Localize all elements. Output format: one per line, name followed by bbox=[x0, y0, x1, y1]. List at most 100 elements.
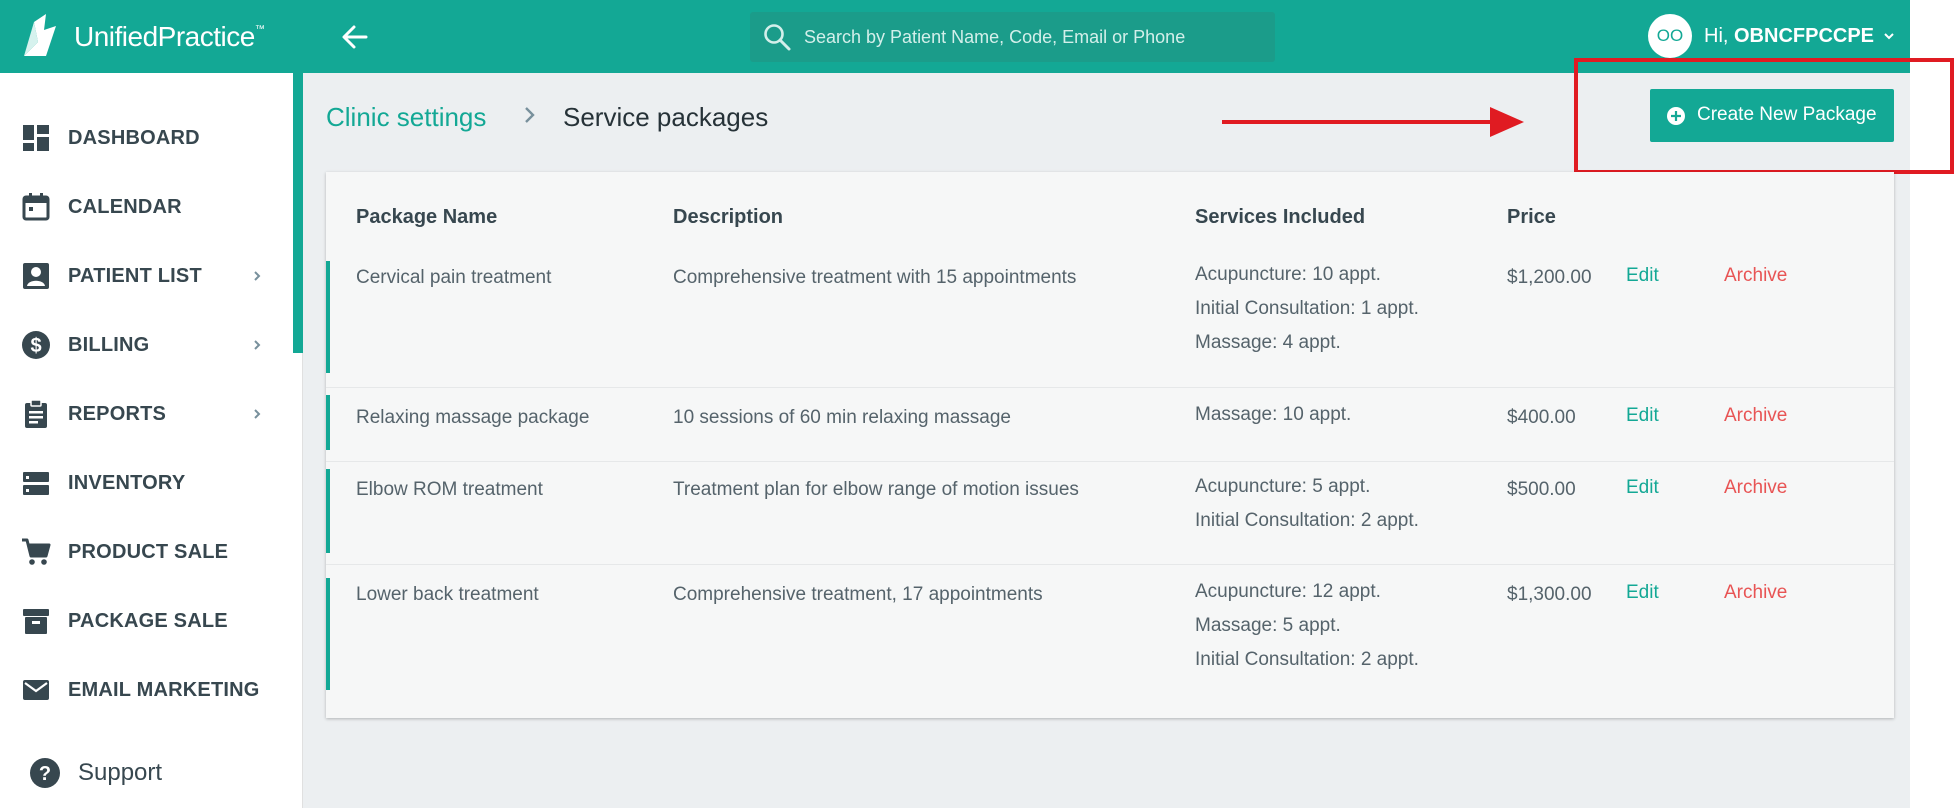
search-placeholder: Search by Patient Name, Code, Email or P… bbox=[804, 27, 1186, 47]
package-description: 10 sessions of 60 min relaxing massage bbox=[673, 407, 1011, 428]
row-divider bbox=[326, 461, 1894, 462]
patient-list-icon bbox=[23, 263, 49, 289]
edit-link[interactable]: Edit bbox=[1626, 265, 1659, 287]
greeting-text: Hi, bbox=[1704, 24, 1734, 47]
service-item: Initial Consultation: 1 appt. bbox=[1195, 298, 1419, 319]
edit-link[interactable]: Edit bbox=[1626, 477, 1659, 499]
sidebar-item-dashboard[interactable]: DASHBOARD bbox=[0, 108, 293, 168]
logo-tm: ™ bbox=[254, 24, 265, 35]
sidebar-item-label: CALENDAR bbox=[68, 195, 182, 218]
row-divider bbox=[326, 387, 1894, 388]
svg-text:$: $ bbox=[30, 335, 41, 357]
row-indicator bbox=[326, 578, 330, 690]
search-icon bbox=[764, 24, 791, 51]
sidebar-item-email-marketing[interactable]: EMAIL MARKETING bbox=[0, 660, 293, 720]
sidebar-item-label: EMAIL MARKETING bbox=[68, 678, 260, 701]
logo-text-b: Practice bbox=[157, 21, 256, 52]
package-price: $400.00 bbox=[1507, 407, 1576, 428]
sidebar-item-label: INVENTORY bbox=[68, 471, 186, 494]
sidebar-item-package-sale[interactable]: PACKAGE SALE bbox=[0, 591, 293, 651]
column-header-description: Description bbox=[673, 206, 784, 228]
archive-link[interactable]: Archive bbox=[1724, 405, 1787, 427]
service-item: Massage: 5 appt. bbox=[1195, 615, 1341, 636]
row-indicator bbox=[326, 261, 330, 373]
packages-table bbox=[326, 172, 1894, 718]
chevron-right-icon bbox=[254, 340, 261, 350]
user-greeting: Hi, OBNCFPCCPE bbox=[1704, 25, 1874, 48]
package-name: Cervical pain treatment bbox=[356, 267, 552, 288]
archive-box-icon bbox=[23, 609, 49, 634]
package-name: Elbow ROM treatment bbox=[356, 479, 543, 500]
sidebar-item-inventory[interactable]: INVENTORY bbox=[0, 453, 293, 513]
chevron-down-icon bbox=[1884, 33, 1894, 40]
sidebar-item-label: REPORTS bbox=[68, 402, 167, 425]
service-item: Acupuncture: 5 appt. bbox=[1195, 476, 1371, 497]
support-link[interactable]: ? Support bbox=[28, 756, 162, 790]
cart-icon bbox=[22, 538, 51, 565]
service-item: Massage: 4 appt. bbox=[1195, 332, 1341, 353]
sidebar-accent-strip bbox=[293, 73, 303, 353]
chevron-right-icon bbox=[254, 409, 261, 419]
archive-link[interactable]: Archive bbox=[1724, 582, 1787, 604]
row-indicator bbox=[326, 469, 330, 553]
create-package-label: Create New Package bbox=[1697, 104, 1877, 125]
chevron-right-icon bbox=[254, 271, 261, 281]
sidebar-item-label: PACKAGE SALE bbox=[68, 609, 228, 632]
logo-icon bbox=[24, 14, 56, 56]
package-description: Treatment plan for elbow range of motion… bbox=[673, 479, 1079, 500]
service-item: Initial Consultation: 2 appt. bbox=[1195, 510, 1419, 531]
user-name: OBNCFPCCPE bbox=[1734, 24, 1875, 47]
sidebar-item-label: BILLING bbox=[68, 333, 150, 356]
annotation-arrow bbox=[1222, 107, 1524, 137]
edit-link[interactable]: Edit bbox=[1626, 405, 1659, 427]
column-header-services: Services Included bbox=[1195, 206, 1366, 228]
archive-link[interactable]: Archive bbox=[1724, 265, 1787, 287]
package-description: Comprehensive treatment, 17 appointments bbox=[673, 584, 1043, 605]
logo-text-a: Unified bbox=[74, 21, 158, 52]
sidebar-item-patient-list[interactable]: PATIENT LIST bbox=[0, 246, 293, 306]
page-title: Service packages bbox=[563, 102, 769, 132]
package-price: $1,200.00 bbox=[1507, 267, 1592, 288]
sidebar-item-reports[interactable]: REPORTS bbox=[0, 384, 293, 444]
billing-icon: $ bbox=[22, 331, 50, 359]
add-circle-icon bbox=[1667, 107, 1685, 125]
service-item: Acupuncture: 10 appt. bbox=[1195, 264, 1381, 285]
sidebar-item-label: PATIENT LIST bbox=[68, 264, 202, 287]
package-name: Relaxing massage package bbox=[356, 407, 590, 428]
support-label: Support bbox=[78, 759, 163, 786]
service-item: Acupuncture: 12 appt. bbox=[1195, 581, 1381, 602]
help-icon: ? bbox=[30, 758, 60, 788]
user-menu[interactable]: OO Hi, OBNCFPCCPE bbox=[1648, 14, 1896, 58]
sidebar-item-label: PRODUCT SALE bbox=[68, 540, 229, 563]
package-price: $500.00 bbox=[1507, 479, 1576, 500]
logo-text: UnifiedPractice™ bbox=[74, 21, 265, 53]
search-input[interactable]: Search by Patient Name, Code, Email or P… bbox=[750, 12, 1275, 62]
inventory-icon bbox=[23, 472, 49, 495]
archive-link[interactable]: Archive bbox=[1724, 477, 1787, 499]
service-item: Massage: 10 appt. bbox=[1195, 404, 1352, 425]
sidebar-item-product-sale[interactable]: PRODUCT SALE bbox=[0, 522, 293, 582]
package-description: Comprehensive treatment with 15 appointm… bbox=[673, 267, 1077, 288]
sidebar-item-calendar[interactable]: CALENDAR bbox=[0, 177, 293, 237]
create-package-button[interactable]: Create New Package bbox=[1650, 89, 1894, 142]
sidebar-item-label: DASHBOARD bbox=[68, 126, 200, 149]
avatar: OO bbox=[1648, 14, 1692, 58]
calendar-icon bbox=[22, 193, 50, 221]
svg-text:?: ? bbox=[39, 763, 51, 785]
back-arrow-icon[interactable] bbox=[336, 18, 374, 56]
logo[interactable]: UnifiedPractice™ bbox=[0, 0, 293, 73]
row-divider bbox=[326, 564, 1894, 565]
edit-link[interactable]: Edit bbox=[1626, 582, 1659, 604]
sidebar-item-billing[interactable]: $ BILLING bbox=[0, 315, 293, 375]
package-price: $1,300.00 bbox=[1507, 584, 1592, 605]
breadcrumb-parent[interactable]: Clinic settings bbox=[326, 102, 486, 133]
column-header-name: Package Name bbox=[356, 206, 498, 228]
row-indicator bbox=[326, 395, 330, 450]
package-name: Lower back treatment bbox=[356, 584, 539, 605]
service-item: Initial Consultation: 2 appt. bbox=[1195, 649, 1419, 670]
chevron-right-icon bbox=[525, 107, 535, 123]
mail-icon bbox=[23, 680, 49, 700]
reports-icon bbox=[25, 399, 47, 428]
dashboard-icon bbox=[23, 125, 49, 151]
column-header-price: Price bbox=[1507, 206, 1556, 228]
